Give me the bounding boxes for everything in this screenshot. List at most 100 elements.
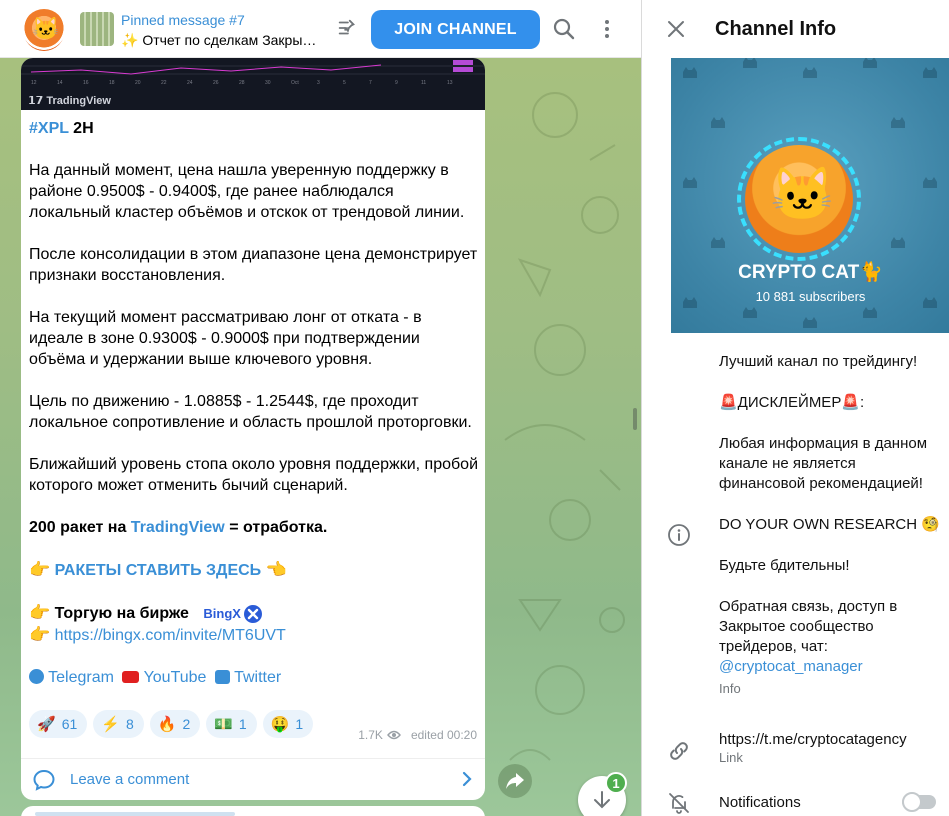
manager-handle-link[interactable]: @cryptocat_manager bbox=[719, 657, 944, 677]
paragraph-2: После консолидации в этом диапазоне цена… bbox=[29, 246, 478, 284]
subscriber-count: 10 881 subscribers bbox=[755, 289, 866, 304]
rocket-icon: 🚀 bbox=[37, 716, 56, 733]
youtube-link[interactable]: YouTube bbox=[144, 669, 207, 686]
message-bubble: 12 14 16 18 20 22 24 26 28 30 Oct 3 579 11 13 𝟭𝟳 … bbox=[21, 58, 485, 800]
channel-link-row[interactable]: https://t.me/cryptocatagency Link bbox=[719, 731, 907, 765]
description-line: Лучший канал по трейдингу! bbox=[719, 353, 918, 370]
svg-text:24: 24 bbox=[187, 80, 193, 86]
description-line: Любая информация в данном канале не явля… bbox=[719, 435, 928, 492]
link-icon bbox=[670, 742, 688, 760]
pinned-message-thumbnail[interactable] bbox=[80, 12, 114, 46]
svg-text:3: 3 bbox=[317, 80, 320, 86]
reaction-lightning[interactable]: ⚡ 8 bbox=[93, 710, 144, 738]
leave-comment-label: Leave a comment bbox=[70, 771, 190, 788]
youtube-icon bbox=[122, 671, 140, 684]
reaction-rocket[interactable]: 🚀 61 bbox=[29, 710, 88, 738]
info-label: Info bbox=[719, 681, 741, 696]
hand-right-icon: 👉 bbox=[29, 625, 51, 645]
pinned-message-text[interactable]: ✨ Отчет по сделкам Закры… bbox=[121, 32, 316, 49]
lightning-icon: ⚡ bbox=[101, 716, 120, 733]
tradingview-logo: 𝟭𝟳 TradingView bbox=[28, 94, 111, 107]
message-heading: #XPL 2H bbox=[29, 118, 479, 139]
reaction-count: 8 bbox=[125, 716, 134, 732]
search-icon[interactable] bbox=[552, 17, 576, 41]
notifications-toggle[interactable] bbox=[902, 792, 936, 812]
money-icon: 💵 bbox=[214, 716, 233, 733]
pinned-message-title[interactable]: Pinned message #7 bbox=[121, 12, 245, 28]
bingx-logo: BingX bbox=[203, 603, 262, 624]
svg-text:18: 18 bbox=[109, 80, 115, 86]
reaction-count: 1 bbox=[238, 716, 247, 732]
reaction-count: 1 bbox=[295, 716, 304, 732]
channel-name: CRYPTO CAT🐈 bbox=[738, 262, 883, 283]
svg-text:9: 9 bbox=[395, 80, 398, 86]
bingx-wordmark: BingX bbox=[203, 606, 241, 622]
referral-line: 👉 https://bingx.com/invite/MT6UVT bbox=[29, 624, 479, 646]
reaction-money[interactable]: 💵 1 bbox=[206, 710, 257, 738]
bingx-referral-link[interactable]: https://bingx.com/invite/MT6UVT bbox=[55, 627, 286, 644]
reaction-fire[interactable]: 🔥 2 bbox=[149, 710, 201, 738]
more-options-icon[interactable] bbox=[595, 17, 619, 41]
chat-scrollbar[interactable] bbox=[633, 408, 637, 430]
info-icon bbox=[668, 524, 690, 546]
description-line: DO YOUR OWN RESEARCH 🧐 bbox=[719, 516, 940, 533]
channel-avatar-large[interactable] bbox=[745, 145, 853, 253]
svg-text:11: 11 bbox=[421, 80, 426, 86]
hand-right-icon: 👉 bbox=[29, 560, 51, 579]
chart-image[interactable]: 12 14 16 18 20 22 24 26 28 30 Oct 3 5 7 9 11 13 𝟭𝟳 … bbox=[21, 58, 485, 110]
hand-right-icon: 👉 bbox=[29, 603, 51, 622]
reaction-count: 2 bbox=[182, 716, 191, 732]
channel-cover[interactable]: CRYPTO CAT🐈 10 881 subscribers bbox=[671, 58, 949, 333]
fire-icon: 🔥 bbox=[157, 716, 177, 733]
paragraph-1: На данный момент, цена нашла уверенную п… bbox=[29, 162, 465, 221]
reaction-money-face[interactable]: 🤑 1 bbox=[262, 710, 314, 738]
unread-badge: 1 bbox=[605, 772, 627, 794]
close-icon[interactable] bbox=[666, 19, 686, 39]
channel-link[interactable]: https://t.me/cryptocatagency bbox=[719, 731, 907, 748]
edited-time: edited 00:20 bbox=[410, 728, 477, 742]
svg-text:5: 5 bbox=[343, 80, 346, 86]
rockets-line: 200 ракет на TradingView = отработка. bbox=[29, 517, 479, 538]
channel-info-header: Channel Info bbox=[642, 0, 949, 58]
chat-header: Pinned message #7 ✨ Отчет по сделкам Зак… bbox=[0, 0, 641, 58]
notifications-label: Notifications bbox=[719, 794, 801, 811]
rockets-cta-link[interactable]: РАКЕТЫ СТАВИТЬ ЗДЕСЬ bbox=[55, 562, 262, 579]
svg-text:28: 28 bbox=[239, 80, 245, 86]
svg-text:12: 12 bbox=[31, 80, 37, 86]
bell-muted-icon bbox=[669, 793, 689, 814]
svg-text:16: 16 bbox=[83, 80, 89, 86]
svg-text:13: 13 bbox=[447, 80, 453, 86]
next-message-bubble bbox=[21, 806, 485, 816]
forward-icon bbox=[506, 773, 524, 789]
forward-button[interactable] bbox=[498, 764, 532, 798]
money-face-icon: 🤑 bbox=[270, 716, 290, 733]
link-label: Link bbox=[719, 750, 743, 765]
exchange-block: 👉 Торгую на бирже BingX 👉 https://bingx.… bbox=[29, 602, 479, 646]
telegram-link[interactable]: Telegram bbox=[48, 669, 114, 686]
channel-avatar[interactable] bbox=[23, 9, 65, 51]
description-contact: Обратная связь, доступ в Закрытое сообще… bbox=[719, 597, 944, 699]
paragraph-3: На текущий момент рассматриваю лонг от о… bbox=[29, 309, 422, 368]
reactions-bar: 🚀 61 ⚡ 8 🔥 2 💵 1 🤑 1 bbox=[29, 710, 314, 738]
timeframe: 2H bbox=[68, 120, 94, 137]
svg-text:22: 22 bbox=[161, 80, 167, 86]
disclaimer-title: 🚨ДИСКЛЕЙМЕР🚨: bbox=[719, 394, 865, 411]
comment-icon bbox=[33, 769, 55, 791]
pinned-list-icon[interactable] bbox=[336, 17, 358, 39]
leave-comment-button[interactable]: Leave a comment bbox=[21, 758, 485, 800]
message-meta: 1.7K edited 00:20 bbox=[358, 728, 477, 742]
chart-image-graphic: 12 14 16 18 20 22 24 26 28 30 Oct 3 5 7 9 11 13 bbox=[21, 60, 485, 86]
hashtag-link[interactable]: #XPL bbox=[29, 120, 69, 137]
twitter-icon bbox=[214, 670, 230, 685]
telegram-icon bbox=[29, 669, 44, 685]
eye-icon bbox=[387, 730, 401, 740]
join-channel-button[interactable]: JOIN CHANNEL bbox=[371, 10, 540, 49]
tradingview-link[interactable]: TradingView bbox=[131, 519, 225, 536]
rockets-prefix: 200 ракет на bbox=[29, 519, 131, 536]
hand-left-icon: 👈 bbox=[265, 560, 287, 579]
tradingview-logo-mark: 𝟭𝟳 bbox=[28, 95, 47, 107]
svg-text:26: 26 bbox=[213, 80, 219, 86]
reaction-count: 61 bbox=[61, 716, 78, 732]
message-text: #XPL 2H На данный момент, цена нашла уве… bbox=[29, 118, 479, 688]
twitter-link[interactable]: Twitter bbox=[234, 669, 281, 686]
